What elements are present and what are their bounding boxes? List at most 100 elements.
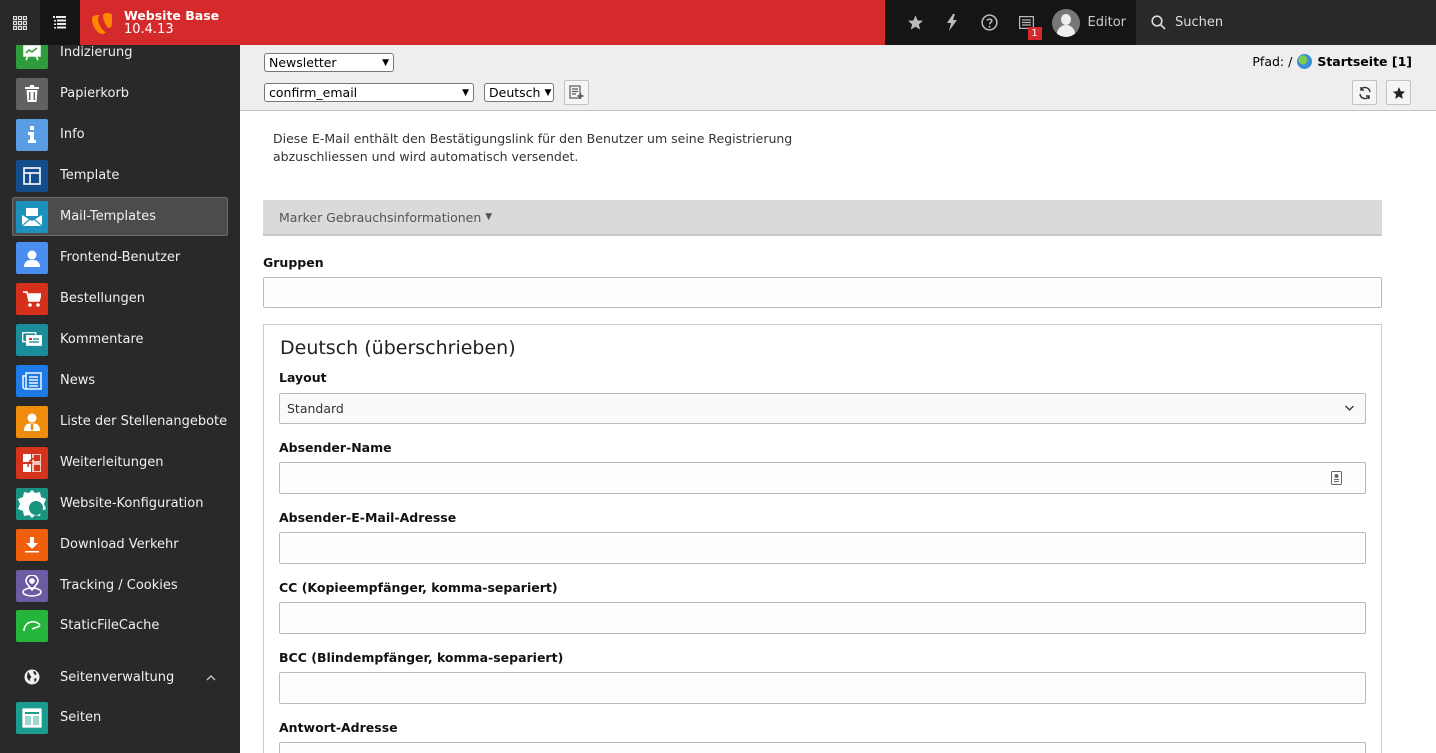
cart-icon — [16, 282, 48, 315]
doc-header: Newsletter ▼ confirm_email ▼ Deutsch ▼ P… — [240, 45, 1436, 111]
path-label: Pfad: / — [1252, 54, 1293, 69]
sidebar-item-kommentare[interactable]: Kommentare — [12, 320, 228, 359]
groups-input[interactable] — [263, 277, 1382, 308]
layout-select-value: Standard — [287, 401, 344, 416]
module-menu-toggle[interactable] — [0, 0, 40, 45]
pages-icon — [16, 701, 48, 734]
category-select[interactable]: Newsletter ▼ — [264, 53, 394, 72]
sidebar-item-download-verkehr[interactable]: Download Verkehr — [12, 525, 228, 564]
sidebar-section-label: Seitenverwaltung — [60, 669, 175, 685]
sender-name-label: Absender-Name — [279, 440, 392, 455]
reply-address-input[interactable] — [279, 742, 1366, 753]
chevron-down-icon: ▼ — [382, 57, 389, 68]
help-button[interactable] — [971, 0, 1008, 45]
sidebar-item-liste-der-stellenangebote[interactable]: Liste der Stellenangebote — [12, 402, 228, 441]
typo3-logo-icon — [91, 12, 112, 34]
help-icon — [980, 14, 998, 31]
flash-icon — [947, 14, 958, 31]
sidebar-item-label: Weiterleitungen — [60, 455, 164, 470]
cc-input[interactable] — [279, 602, 1366, 634]
bookmark-button[interactable] — [1386, 80, 1411, 105]
sidebar-item-indizierung[interactable]: Indizierung — [12, 45, 228, 72]
layout-select[interactable]: Standard — [279, 393, 1366, 424]
sidebar-item-label: Indizierung — [60, 45, 133, 60]
speedometer-icon — [16, 609, 48, 642]
reply-address-label: Antwort-Adresse — [279, 720, 398, 735]
main-content: Diese E-Mail enthält den Bestätigungslin… — [240, 112, 1436, 753]
contact-card-icon — [1331, 471, 1342, 485]
category-select-value: Newsletter — [269, 55, 337, 70]
sidebar-item-label: Bestellungen — [60, 291, 145, 306]
sidebar-item-website-konfiguration[interactable]: Website-Konfiguration — [12, 484, 228, 523]
cc-label: CC (Kopieempfänger, komma-separiert) — [279, 580, 558, 595]
trash-icon — [16, 77, 48, 110]
page-tree-toggle[interactable] — [39, 0, 80, 45]
language-select[interactable]: Deutsch ▼ — [484, 83, 554, 102]
sidebar-item-seiten[interactable]: Seiten — [12, 698, 228, 737]
groups-label: Gruppen — [263, 255, 324, 270]
bookmarks-button[interactable] — [897, 0, 934, 45]
template-icon — [16, 159, 48, 192]
sidebar-item-label: News — [60, 373, 96, 388]
path-page-link[interactable]: Startseite [1] — [1317, 54, 1412, 69]
sidebar-item-weiterleitungen[interactable]: Weiterleitungen — [12, 443, 228, 482]
chevron-down-icon: ▼ — [544, 87, 552, 98]
reload-button[interactable] — [1352, 80, 1377, 105]
site-brand[interactable]: Website Base 10.4.13 — [79, 0, 885, 45]
sender-email-input[interactable] — [279, 532, 1366, 564]
user-name: Editor — [1087, 15, 1127, 30]
sidebar-item-template[interactable]: Template — [12, 156, 228, 195]
sidebar-section-seitenverwaltung[interactable]: Seitenverwaltung — [12, 657, 228, 697]
language-panel: Deutsch (überschrieben) Layout Standard … — [263, 324, 1382, 753]
info-icon — [16, 118, 48, 151]
sidebar-item-label: Mail-Templates — [60, 209, 156, 224]
site-version: 10.4.13 — [123, 21, 174, 37]
sidebar-item-frontend-benutzer[interactable]: Frontend-Benutzer — [12, 238, 228, 277]
search-icon — [1151, 15, 1166, 30]
chevron-down-icon: ▼ — [462, 87, 469, 98]
sidebar-item-label: Template — [60, 168, 120, 183]
sidebar-item-tracking-cookies[interactable]: Tracking / Cookies — [12, 566, 228, 605]
sidebar-item-bestellungen[interactable]: Bestellungen — [12, 279, 228, 318]
sidebar-item-label: Seiten — [60, 710, 102, 725]
site-name: Website Base — [123, 7, 220, 23]
marker-info-toggle[interactable]: Marker Gebrauchsinformationen ▼ — [263, 200, 1382, 236]
globe-icon — [24, 669, 40, 685]
site-config-icon — [16, 487, 48, 520]
search-button[interactable]: Suchen — [1136, 0, 1436, 45]
refresh-icon — [1358, 86, 1371, 99]
download-icon — [16, 528, 48, 561]
sidebar-item-info[interactable]: Info — [12, 115, 228, 154]
sender-name-input[interactable] — [279, 462, 1366, 494]
redirect-icon — [16, 446, 48, 479]
notification-badge: 1 — [1027, 27, 1042, 40]
marker-info-label: Marker Gebrauchsinformationen — [279, 209, 482, 225]
page-globe-icon — [1297, 54, 1313, 69]
chevron-up-icon — [206, 671, 216, 684]
new-template-button[interactable] — [564, 80, 589, 105]
template-select[interactable]: confirm_email ▼ — [264, 83, 474, 102]
sidebar-item-staticfilecache[interactable]: StaticFileCache — [12, 606, 228, 645]
template-select-value: confirm_email — [269, 85, 358, 100]
news-icon — [16, 364, 48, 397]
sidebar-item-papierkorb[interactable]: Papierkorb — [12, 74, 228, 113]
sidebar-item-label: Papierkorb — [60, 86, 130, 101]
user-menu[interactable]: Editor — [1045, 0, 1136, 45]
sidebar-item-label: Liste der Stellenangebote — [60, 414, 228, 429]
bcc-input[interactable] — [279, 672, 1366, 704]
sidebar-item-mail-templates[interactable]: Mail-Templates — [12, 197, 228, 236]
mail-template-icon — [16, 200, 48, 233]
frontend-user-icon — [16, 241, 48, 274]
breadcrumb: Pfad: / Startseite [1] — [1252, 54, 1412, 69]
sidebar-item-label: Info — [60, 127, 85, 142]
sidebar-item-news[interactable]: News — [12, 361, 228, 400]
sender-email-label: Absender-E-Mail-Adresse — [279, 510, 457, 525]
clear-cache-button[interactable] — [934, 0, 971, 45]
language-select-value: Deutsch — [489, 85, 541, 100]
star-icon — [907, 15, 923, 30]
grid-icon — [12, 15, 27, 30]
sidebar-item-label: StaticFileCache — [60, 618, 160, 633]
panel-title: Deutsch (überschrieben) — [280, 337, 516, 359]
add-record-icon — [569, 85, 584, 99]
system-info-button[interactable]: 1 — [1008, 0, 1045, 45]
